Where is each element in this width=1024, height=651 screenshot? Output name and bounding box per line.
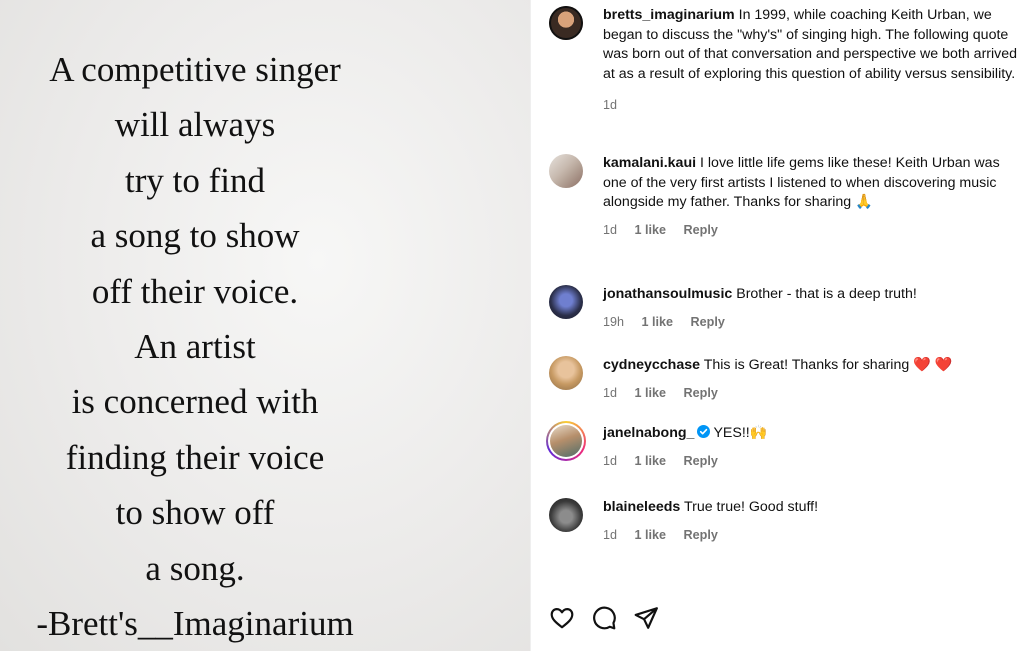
comment-likes[interactable]: 1 like (635, 223, 667, 237)
reply-button[interactable]: Reply (684, 386, 718, 400)
comment-time[interactable]: 1d (603, 223, 617, 237)
comment-likes[interactable]: 1 like (642, 315, 674, 329)
quote-line: a song. (145, 548, 245, 588)
quote-line: is concerned with (71, 382, 319, 422)
comment-username[interactable]: blaineleeds (603, 499, 680, 515)
quote-signature: -Brett's__Imaginarium (36, 604, 354, 644)
comment-time[interactable]: 1d (603, 528, 617, 542)
quote-line: finding their voice (65, 437, 325, 477)
quote-text: A competitive singer will always try to … (0, 42, 390, 651)
comment-text: This is Great! Thanks for sharing ❤️ ❤️ (703, 357, 953, 373)
quote-line: try to find (125, 160, 265, 200)
quote-line: to show off (115, 493, 275, 533)
caption-time[interactable]: 1d (603, 98, 617, 112)
avatar[interactable] (549, 285, 583, 319)
comment-time[interactable]: 19h (603, 315, 624, 329)
post-image: A competitive singer will always try to … (0, 0, 530, 651)
quote-line: off their voice. (91, 271, 299, 311)
comment-likes[interactable]: 1 like (635, 454, 667, 468)
comment-likes[interactable]: 1 like (635, 528, 667, 542)
avatar-image (550, 425, 582, 457)
reply-button[interactable]: Reply (684, 454, 718, 468)
heart-icon[interactable] (549, 605, 575, 631)
avatar[interactable] (549, 498, 583, 532)
comment-username[interactable]: janelnabong_ (603, 425, 694, 441)
avatar-story-ring[interactable] (546, 421, 586, 461)
comment-text: True true! Good stuff! (683, 499, 819, 515)
comment-likes[interactable]: 1 like (635, 386, 667, 400)
avatar[interactable] (549, 6, 583, 40)
quote-line: An artist (134, 327, 256, 367)
comment-username[interactable]: kamalani.kaui (603, 155, 696, 171)
reply-button[interactable]: Reply (684, 528, 718, 542)
quote-line: a song to show (90, 216, 300, 256)
caption-username[interactable]: bretts_imaginarium (603, 7, 735, 23)
verified-badge-icon (697, 425, 711, 438)
reply-button[interactable]: Reply (684, 223, 718, 237)
comment-text: Brother - that is a deep truth! (736, 286, 917, 302)
comment-username[interactable]: jonathansoulmusic (603, 286, 732, 302)
comment-icon[interactable] (591, 605, 617, 631)
share-icon[interactable] (633, 605, 659, 631)
avatar[interactable] (549, 356, 583, 390)
quote-line: A competitive singer (49, 50, 341, 89)
quote-line: will always (114, 105, 276, 145)
avatar[interactable] (549, 154, 583, 188)
comments-panel: bretts_imaginarium In 1999, while coachi… (530, 0, 1024, 651)
reply-button[interactable]: Reply (691, 315, 725, 329)
comment-time[interactable]: 1d (603, 454, 617, 468)
comment-text: YES!!🙌 (713, 425, 768, 441)
comment-time[interactable]: 1d (603, 386, 617, 400)
comment-username[interactable]: cydneycchase (603, 357, 700, 373)
avatar-image (549, 6, 583, 40)
